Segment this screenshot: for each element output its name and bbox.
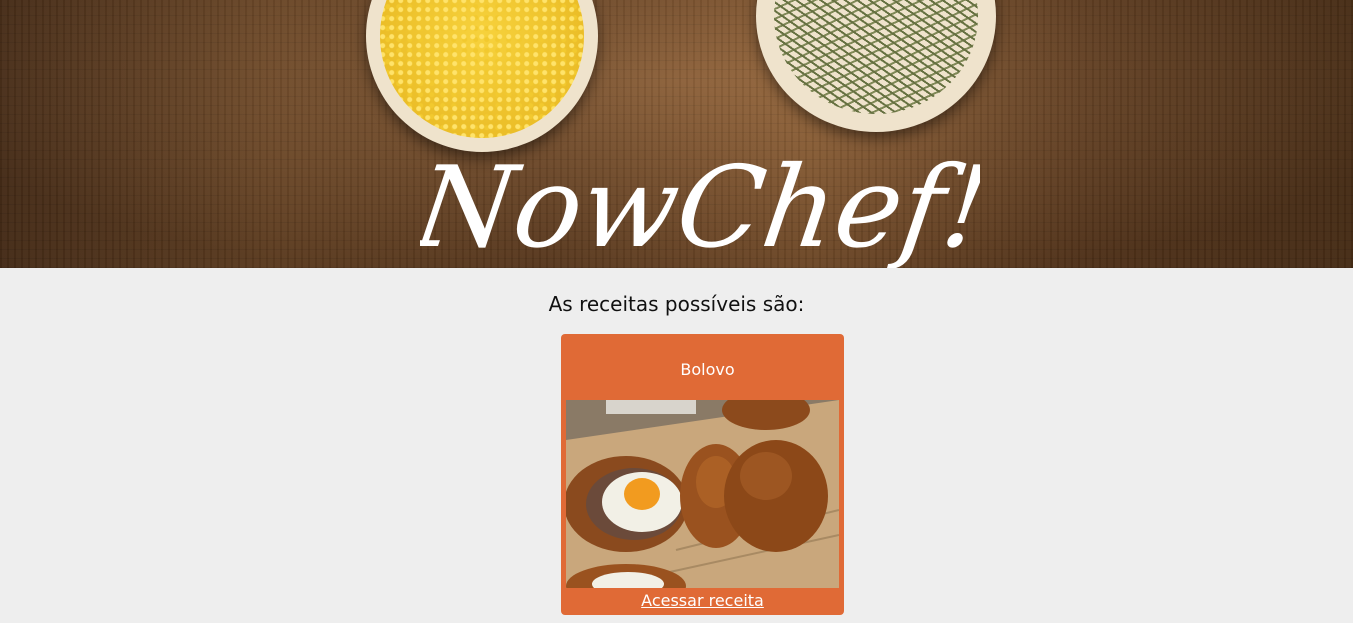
recipe-card: Bolovo Acessar receita <box>561 334 844 615</box>
main-content: As receitas possíveis são: Bolovo Acessa… <box>0 268 1353 623</box>
recipe-title: Bolovo <box>680 360 735 379</box>
recipe-photo <box>566 400 839 588</box>
logo-text: NowChef! <box>420 143 980 268</box>
nowchef-logo: NowChef! <box>420 143 980 268</box>
access-recipe-link[interactable]: Acessar receita <box>561 591 844 610</box>
hero-banner: NowChef! <box>0 0 1353 268</box>
page-heading: As receitas possíveis são: <box>548 292 805 316</box>
